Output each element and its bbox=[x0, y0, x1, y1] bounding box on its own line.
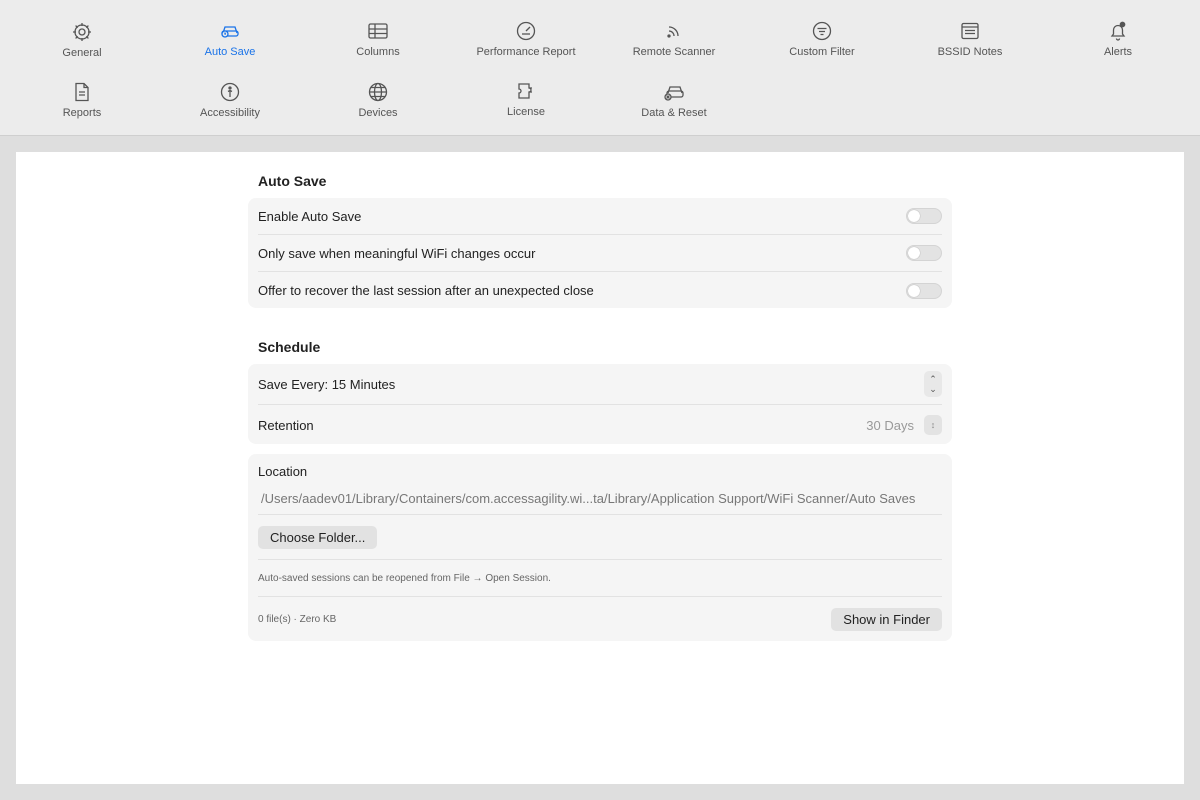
enable-auto-save-label: Enable Auto Save bbox=[258, 208, 362, 224]
retention-value: 30 Days bbox=[866, 417, 914, 433]
tab-custom-filter-label: Custom Filter bbox=[789, 46, 855, 58]
filter-icon bbox=[810, 19, 834, 43]
toggle-knob bbox=[908, 247, 920, 259]
tab-performance-report[interactable]: Performance Report bbox=[461, 19, 591, 73]
save-every-row: Save Every: 15 Minutes ⌃ ⌄ bbox=[258, 364, 942, 405]
tab-reports[interactable]: Reports bbox=[17, 80, 147, 134]
toggle-knob bbox=[908, 210, 920, 222]
tab-general-label: General bbox=[62, 47, 102, 59]
tab-bssid-notes-label: BSSID Notes bbox=[937, 46, 1003, 58]
auto-save-group: Enable Auto Save Only save when meaningf… bbox=[248, 198, 952, 308]
meaningful-changes-toggle[interactable] bbox=[906, 245, 942, 261]
retention-popup[interactable]: 30 Days ↕ bbox=[866, 415, 942, 435]
tab-data-reset-label: Data & Reset bbox=[641, 107, 707, 119]
choose-folder-button[interactable]: Choose Folder... bbox=[258, 525, 378, 549]
choose-folder-row: Choose Folder... bbox=[258, 515, 942, 560]
tab-license[interactable]: License bbox=[461, 79, 591, 133]
meaningful-changes-row: Only save when meaningful WiFi changes o… bbox=[258, 235, 942, 272]
tab-alerts[interactable]: Alerts bbox=[1053, 19, 1183, 73]
stats-row: 0 file(s) · Zero KB Show in Finder bbox=[258, 597, 942, 641]
chevron-up-icon[interactable]: ⌃ bbox=[929, 374, 937, 384]
tab-columns-label: Columns bbox=[356, 46, 400, 58]
tab-accessibility-label: Accessibility bbox=[200, 107, 260, 119]
tab-data-reset[interactable]: Data & Reset bbox=[609, 80, 739, 134]
tab-columns[interactable]: Columns bbox=[313, 19, 443, 73]
location-label-row: Location bbox=[258, 460, 942, 482]
auto-save-heading: Auto Save bbox=[258, 173, 327, 189]
tab-bssid-notes[interactable]: BSSID Notes bbox=[905, 19, 1035, 73]
preferences-toolbar: General Auto Save Columns Performance Re… bbox=[0, 0, 1200, 136]
location-group: Location /Users/aadev01/Library/Containe… bbox=[248, 454, 952, 641]
tab-general[interactable]: General bbox=[17, 20, 147, 74]
document-icon bbox=[70, 80, 94, 104]
settings-panel: Auto Save Enable Auto Save Only save whe… bbox=[16, 152, 1184, 784]
bell-icon bbox=[1106, 19, 1130, 43]
drive-reset-icon bbox=[662, 80, 686, 104]
tab-license-label: License bbox=[507, 106, 545, 118]
reopen-hint: Auto-saved sessions can be reopened from… bbox=[258, 572, 551, 584]
chevron-updown-icon: ↕ bbox=[924, 415, 942, 435]
location-label: Location bbox=[258, 463, 308, 479]
enable-auto-save-row: Enable Auto Save bbox=[258, 198, 942, 235]
enable-auto-save-toggle[interactable] bbox=[906, 208, 942, 224]
tab-accessibility[interactable]: Accessibility bbox=[165, 80, 295, 134]
recover-session-toggle[interactable] bbox=[906, 282, 942, 299]
toggle-knob bbox=[908, 284, 920, 297]
save-every-label: Save Every: 15 Minutes bbox=[258, 376, 396, 392]
tab-auto-save[interactable]: Auto Save bbox=[165, 19, 295, 73]
tab-devices[interactable]: Devices bbox=[313, 80, 443, 134]
location-path-row: /Users/aadev01/Library/Containers/com.ac… bbox=[258, 482, 942, 515]
car-clock-icon bbox=[218, 19, 242, 43]
tab-remote-scanner-label: Remote Scanner bbox=[632, 46, 716, 58]
gear-icon bbox=[70, 20, 94, 44]
tab-remote-scanner[interactable]: Remote Scanner bbox=[609, 19, 739, 73]
hint-row: Auto-saved sessions can be reopened from… bbox=[258, 560, 942, 597]
retention-row: Retention 30 Days ↕ bbox=[258, 406, 942, 444]
chevron-down-icon[interactable]: ⌄ bbox=[929, 384, 937, 394]
recover-session-row: Offer to recover the last session after … bbox=[258, 272, 942, 309]
schedule-group: Save Every: 15 Minutes ⌃ ⌄ Retention 30 … bbox=[248, 364, 952, 444]
show-in-finder-button[interactable]: Show in Finder bbox=[831, 607, 942, 631]
signal-icon bbox=[662, 19, 686, 43]
schedule-heading: Schedule bbox=[258, 339, 321, 355]
puzzle-icon bbox=[514, 79, 538, 103]
tab-devices-label: Devices bbox=[358, 107, 398, 119]
tab-alerts-label: Alerts bbox=[1103, 46, 1133, 58]
notes-icon bbox=[958, 19, 982, 43]
meaningful-changes-label: Only save when meaningful WiFi changes o… bbox=[258, 245, 536, 261]
save-every-stepper[interactable]: ⌃ ⌄ bbox=[924, 371, 942, 397]
retention-label: Retention bbox=[258, 417, 314, 433]
gauge-icon bbox=[514, 19, 538, 43]
tab-performance-report-label: Performance Report bbox=[476, 46, 576, 58]
accessibility-icon bbox=[218, 80, 242, 104]
table-icon bbox=[366, 19, 390, 43]
tab-reports-label: Reports bbox=[62, 107, 102, 119]
tab-custom-filter[interactable]: Custom Filter bbox=[757, 19, 887, 73]
globe-icon bbox=[366, 80, 390, 104]
tab-auto-save-label: Auto Save bbox=[204, 46, 256, 58]
file-stats: 0 file(s) · Zero KB bbox=[258, 613, 337, 625]
recover-session-label: Offer to recover the last session after … bbox=[258, 283, 594, 298]
location-path: /Users/aadev01/Library/Containers/com.ac… bbox=[261, 490, 916, 506]
